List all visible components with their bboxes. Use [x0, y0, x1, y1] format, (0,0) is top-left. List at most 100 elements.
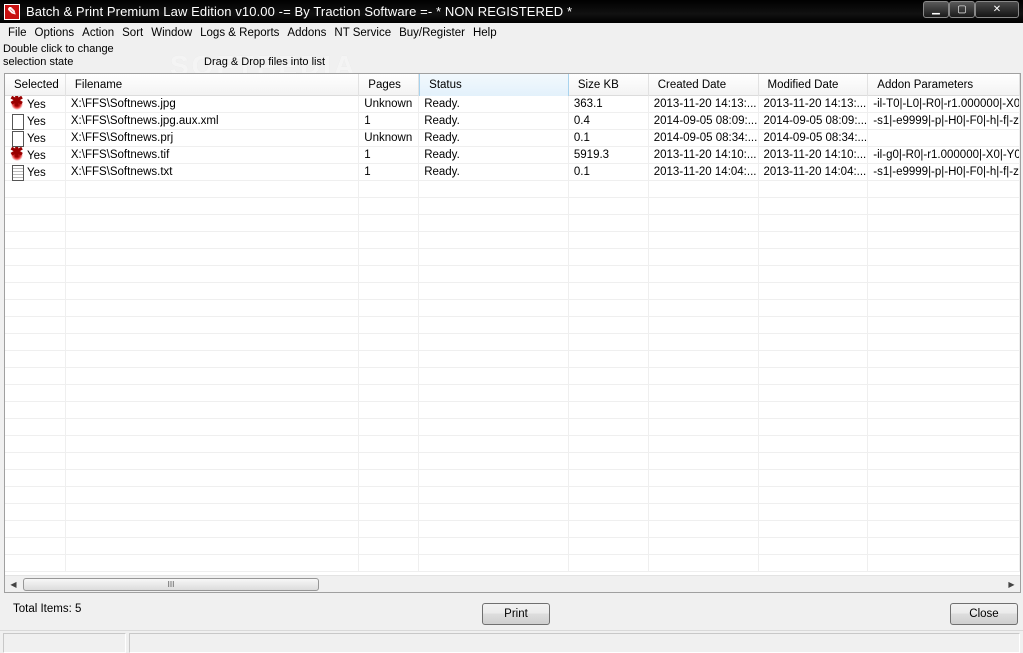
cell-modified — [759, 181, 869, 198]
table-row[interactable]: Yes X:\FFS\Softnews.prj Unknown Ready. 0.1 20… — [5, 130, 1020, 147]
menu-nt-service[interactable]: NT Service — [330, 27, 395, 39]
cell-created — [649, 504, 759, 521]
cell-modified — [759, 215, 869, 232]
minimize-button[interactable]: ▁ — [923, 1, 949, 18]
cell-filename — [66, 487, 360, 504]
cell-filename — [66, 181, 360, 198]
cell-pages: Unknown — [359, 130, 420, 147]
cell-modified — [759, 368, 869, 385]
cell-addon — [868, 215, 1020, 232]
menu-window[interactable]: Window — [147, 27, 196, 39]
cell-filename — [66, 453, 360, 470]
cell-modified — [759, 419, 869, 436]
cell-selected: Yes — [5, 113, 66, 130]
empty-row — [5, 215, 1020, 232]
cell-status — [419, 232, 569, 249]
cell-modified — [759, 504, 869, 521]
empty-row — [5, 470, 1020, 487]
maximize-button[interactable]: ▢ — [949, 1, 975, 18]
cell-pages — [359, 470, 420, 487]
cell-selected — [5, 215, 66, 232]
cell-filename — [66, 470, 360, 487]
menu-help[interactable]: Help — [469, 27, 501, 39]
selected-state: Yes — [27, 132, 46, 145]
cell-filename: X:\FFS\Softnews.prj — [66, 130, 360, 147]
table-row[interactable]: Yes X:\FFS\Softnews.jpgUnknownReady.363.1… — [5, 96, 1020, 113]
cell-size — [569, 317, 649, 334]
scroll-right-icon[interactable]: ▶ — [1003, 576, 1020, 592]
cell-pages — [359, 283, 420, 300]
cell-modified — [759, 334, 869, 351]
menu-file[interactable]: File — [4, 27, 31, 39]
cell-selected — [5, 521, 66, 538]
cell-modified: 2013-11-20 14:10:... — [759, 147, 869, 164]
cell-status — [419, 317, 569, 334]
close-window-button[interactable]: ✕ — [975, 1, 1019, 18]
cell-size: 0.1 — [569, 164, 649, 181]
column-header-addon[interactable]: Addon Parameters — [868, 74, 1020, 96]
column-header-size[interactable]: Size KB — [569, 74, 649, 96]
column-header-pages[interactable]: Pages — [359, 74, 420, 96]
cell-filename — [66, 402, 360, 419]
cell-filename — [66, 249, 360, 266]
table-row[interactable]: Yes X:\FFS\Softnews.jpg.aux.xml 1 Ready. 0.4… — [5, 113, 1020, 130]
cell-addon — [868, 181, 1020, 198]
cell-selected — [5, 351, 66, 368]
cell-size — [569, 453, 649, 470]
column-header-filename[interactable]: Filename — [66, 74, 360, 96]
cell-filename — [66, 521, 360, 538]
column-header-status[interactable]: Status — [419, 74, 569, 96]
cell-status — [419, 181, 569, 198]
menu-bar: File Options Action Sort Window Logs & R… — [0, 23, 1023, 43]
empty-row — [5, 504, 1020, 521]
cell-pages — [359, 198, 420, 215]
menu-logs-reports[interactable]: Logs & Reports — [196, 27, 283, 39]
cell-status — [419, 521, 569, 538]
print-button[interactable]: Print — [482, 603, 550, 625]
cell-created: 2013-11-20 14:13:... — [649, 96, 759, 113]
column-header-created[interactable]: Created Date — [649, 74, 759, 96]
cell-filename: X:\FFS\Softnews.jpg.aux.xml — [66, 113, 360, 130]
cell-selected — [5, 402, 66, 419]
empty-row — [5, 198, 1020, 215]
cell-modified — [759, 249, 869, 266]
horizontal-scrollbar[interactable]: ◀ III ▶ — [5, 575, 1020, 592]
menu-sort[interactable]: Sort — [118, 27, 147, 39]
cell-pages — [359, 266, 420, 283]
cell-filename: X:\FFS\Softnews.tif — [66, 147, 360, 164]
cell-filename — [66, 300, 360, 317]
menu-buy-register[interactable]: Buy/Register — [395, 27, 469, 39]
menu-options[interactable]: Options — [31, 27, 79, 39]
cell-selected — [5, 283, 66, 300]
scroll-thumb[interactable]: III — [23, 578, 319, 591]
app-icon[interactable]: ✎ — [4, 3, 20, 20]
cell-size — [569, 266, 649, 283]
cell-status: Ready. — [419, 130, 569, 147]
drag-drop-hint: Drag & Drop files into list — [204, 56, 326, 68]
column-header-modified[interactable]: Modified Date — [759, 74, 869, 96]
menu-action[interactable]: Action — [78, 27, 118, 39]
cell-size: 5919.3 — [569, 147, 649, 164]
cell-created — [649, 368, 759, 385]
cell-size — [569, 198, 649, 215]
column-header-selected[interactable]: Selected — [5, 74, 66, 96]
close-button[interactable]: Close — [950, 603, 1018, 625]
cell-pages — [359, 300, 420, 317]
cell-filename — [66, 436, 360, 453]
blank-file-icon — [9, 131, 25, 147]
empty-row — [5, 334, 1020, 351]
menu-addons[interactable]: Addons — [283, 27, 330, 39]
cell-addon — [868, 385, 1020, 402]
cell-addon — [868, 555, 1020, 572]
cell-size — [569, 215, 649, 232]
cell-filename — [66, 317, 360, 334]
table-row[interactable]: Yes X:\FFS\Softnews.txt 1 Ready. 0.1 2013-11-… — [5, 164, 1020, 181]
table-row[interactable]: YesX:\FFS\Softnews.tif1Ready.5919.32013-… — [5, 147, 1020, 164]
cell-created — [649, 487, 759, 504]
file-list[interactable]: Selected Filename Pages Status Size KB C… — [4, 73, 1021, 593]
cell-modified — [759, 470, 869, 487]
scroll-left-icon[interactable]: ◀ — [5, 576, 22, 592]
cell-filename — [66, 504, 360, 521]
cell-filename — [66, 198, 360, 215]
cell-selected — [5, 249, 66, 266]
